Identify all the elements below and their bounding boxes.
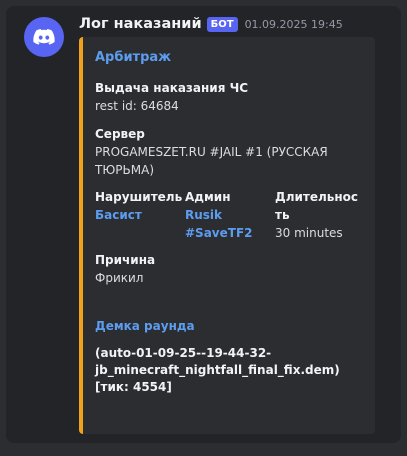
server-label: Сервер — [95, 127, 145, 141]
admin-label: Админ — [185, 190, 231, 204]
reason-value: Фрикил — [95, 271, 144, 285]
admin-value-line1[interactable]: Rusik — [185, 206, 253, 224]
demo-section: Демка раунда — [95, 319, 195, 333]
server-value-line2: ТЮРЬМА) — [95, 163, 154, 177]
field-violator: Нарушитель Басист — [95, 188, 182, 224]
field-duration: Длительнос ть 30 minutes — [275, 188, 358, 242]
action-title: Выдача наказания ЧС — [95, 81, 249, 95]
demo-line2: jb_minecraft_nightfall_final_fix.dem) — [95, 363, 340, 377]
demo-line1: (auto-01-09-25--19-44-32- — [95, 346, 272, 360]
admin-value-line2[interactable]: #SaveTF2 — [185, 224, 253, 242]
demo-details: (auto-01-09-25--19-44-32- jb_minecraft_n… — [95, 345, 345, 396]
duration-label-line2: ть — [275, 208, 290, 222]
message-header: Лог наказаний БОТ 01.09.2025 19:45 — [79, 14, 391, 34]
duration-label-line1: Длительнос — [275, 190, 359, 204]
field-action: Выдача наказания ЧС rest id: 64684 — [95, 79, 248, 115]
avatar[interactable] — [24, 17, 64, 57]
field-server: Сервер PROGAMESZET.RU #JAIL #1 (РУССКАЯ … — [95, 125, 373, 179]
server-value-line1: PROGAMESZET.RU #JAIL #1 (РУССКАЯ — [95, 145, 328, 159]
rest-id: rest id: 64684 — [95, 99, 179, 113]
reason-label: Причина — [95, 253, 156, 267]
violator-label: Нарушитель — [95, 190, 183, 204]
discord-logo-icon — [33, 29, 55, 45]
embed-title[interactable]: Арбитраж — [95, 50, 171, 65]
violator-value[interactable]: Басист — [95, 206, 182, 224]
bot-tag: БОТ — [206, 16, 238, 32]
timestamp: 01.09.2025 19:45 — [244, 17, 343, 31]
embed: Арбитраж Выдача наказания ЧС rest id: 64… — [79, 37, 375, 434]
duration-value: 30 minutes — [275, 226, 343, 240]
field-reason: Причина Фрикил — [95, 251, 155, 287]
username[interactable]: Лог наказаний — [79, 16, 202, 32]
demo-line3: [тик: 4554] — [95, 380, 172, 394]
demo-link[interactable]: Демка раунда — [95, 319, 195, 333]
field-admin: Админ Rusik #SaveTF2 — [185, 188, 253, 242]
message: Лог наказаний БОТ 01.09.2025 19:45 Арбит… — [6, 6, 401, 443]
